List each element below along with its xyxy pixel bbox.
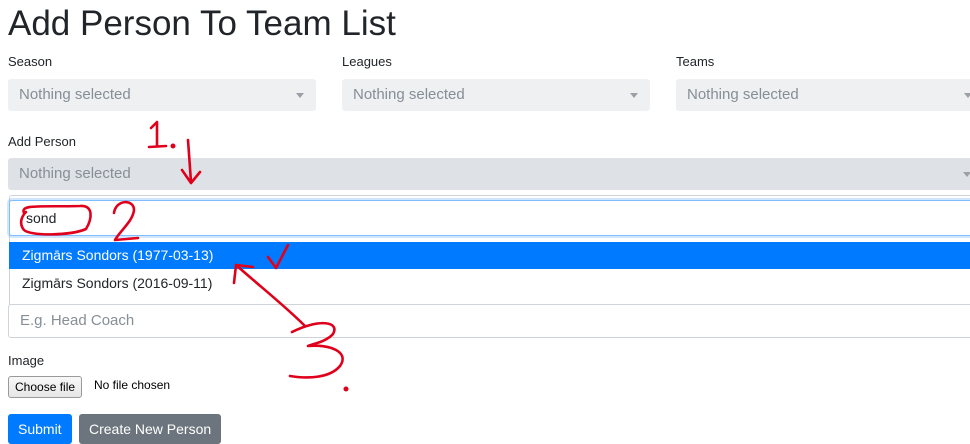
leagues-select-value: Nothing selected <box>353 86 465 103</box>
season-select[interactable]: Nothing selected <box>8 79 316 111</box>
add-person-select-value: Nothing selected <box>19 165 131 182</box>
chevron-down-icon <box>630 93 638 98</box>
add-person-select[interactable]: Nothing selected <box>8 158 970 190</box>
teams-label: Teams <box>676 54 715 69</box>
chevron-down-icon <box>964 93 970 98</box>
leagues-label: Leagues <box>342 54 392 69</box>
role-input[interactable]: E.g. Head Coach <box>8 304 970 338</box>
teams-select[interactable]: Nothing selected <box>676 79 970 111</box>
choose-file-button[interactable]: Choose file <box>8 376 83 398</box>
person-search-input[interactable]: sond <box>9 200 970 236</box>
page-title: Add Person To Team List <box>8 4 396 43</box>
person-option[interactable]: Zigmārs Sondors (1977-03-13) <box>9 242 970 269</box>
chevron-down-icon <box>296 93 304 98</box>
season-label: Season <box>8 54 53 69</box>
teams-select-value: Nothing selected <box>687 86 799 103</box>
image-label: Image <box>8 353 45 368</box>
step3-dot <box>343 386 349 392</box>
leagues-select[interactable]: Nothing selected <box>342 79 650 111</box>
step1-dot <box>170 143 176 149</box>
season-select-value: Nothing selected <box>19 86 131 103</box>
file-status: No file chosen <box>94 378 171 392</box>
chevron-down-icon <box>963 172 970 177</box>
step1-number <box>147 120 168 149</box>
add-person-label: Add Person <box>8 134 76 149</box>
person-option[interactable]: Zigmārs Sondors (2016-09-11) <box>9 270 970 297</box>
